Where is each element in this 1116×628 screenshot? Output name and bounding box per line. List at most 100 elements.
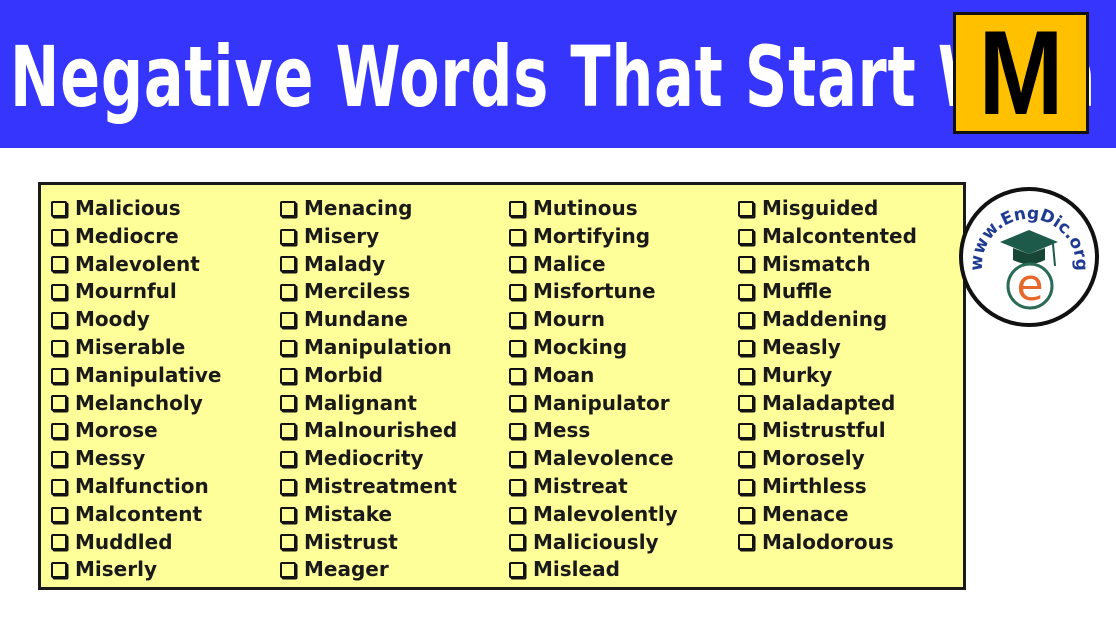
checkbox-icon xyxy=(738,200,754,217)
word-item: Mismatch xyxy=(738,251,917,279)
checkbox-icon xyxy=(280,339,296,356)
word-item: Mourn xyxy=(509,306,678,334)
word-item: Malfunction xyxy=(51,473,221,501)
checkbox-icon xyxy=(51,256,67,273)
word-item: Mess xyxy=(509,417,678,445)
word-item: Mislead xyxy=(509,556,678,584)
checkbox-icon xyxy=(509,423,525,440)
checkbox-icon xyxy=(738,423,754,440)
word-label: Maladapted xyxy=(762,390,896,415)
word-item: Merciless xyxy=(280,278,457,306)
checkbox-icon xyxy=(280,562,296,579)
checkbox-icon xyxy=(738,284,754,301)
title-banner: Negative Words That Start With M xyxy=(0,0,1116,148)
checkbox-icon xyxy=(509,395,525,412)
page-title: Negative Words That Start With xyxy=(10,28,1097,126)
checkbox-icon xyxy=(509,200,525,217)
word-item: Miserly xyxy=(51,556,221,584)
word-item: Malice xyxy=(509,251,678,279)
word-label: Malodorous xyxy=(762,529,894,554)
word-item: Mundane xyxy=(280,306,457,334)
word-label: Menacing xyxy=(304,196,413,220)
word-item: Maladapted xyxy=(738,390,917,418)
letter-badge: M xyxy=(953,12,1089,134)
word-label: Mutinous xyxy=(533,196,638,220)
word-item: Malevolence xyxy=(509,445,678,473)
word-label: Manipulator xyxy=(533,390,670,415)
word-item: Mediocrity xyxy=(280,445,457,473)
checkbox-icon xyxy=(738,256,754,273)
word-label: Misfortune xyxy=(533,279,656,304)
word-item: Mournful xyxy=(51,278,221,306)
word-item: Malcontented xyxy=(738,223,917,251)
word-item: Manipulator xyxy=(509,390,678,418)
word-label: Misguided xyxy=(762,196,879,220)
word-item: Misfortune xyxy=(509,278,678,306)
word-label: Mislead xyxy=(533,557,620,582)
word-item: Mirthless xyxy=(738,473,917,501)
word-item: Morosely xyxy=(738,445,917,473)
checkbox-icon xyxy=(51,339,67,356)
checkbox-icon xyxy=(51,200,67,217)
checkbox-icon xyxy=(280,367,296,384)
word-label: Mismatch xyxy=(762,251,871,276)
word-item: Mocking xyxy=(509,334,678,362)
word-item: Mistreat xyxy=(509,473,678,501)
word-label: Malicious xyxy=(75,196,181,220)
word-label: Mundane xyxy=(304,307,408,332)
word-label: Moan xyxy=(533,362,595,387)
word-label: Mistrustful xyxy=(762,418,886,443)
word-label: Meager xyxy=(304,557,389,582)
letter-text: M xyxy=(978,6,1064,140)
checkbox-icon xyxy=(738,395,754,412)
checkbox-icon xyxy=(51,506,67,523)
word-label: Messy xyxy=(75,446,146,471)
word-label: Manipulative xyxy=(75,362,222,387)
word-label: Menace xyxy=(762,501,849,526)
word-label: Maliciously xyxy=(533,529,659,554)
word-item: Malnourished xyxy=(280,417,457,445)
checkbox-icon xyxy=(509,228,525,245)
checkbox-icon xyxy=(51,228,67,245)
word-label: Malice xyxy=(533,251,606,276)
word-item: Melancholy xyxy=(51,390,221,418)
word-list-box: Malicious Mediocre Malevolent Mournful Moody… xyxy=(38,182,966,590)
word-item: Malevolent xyxy=(51,251,221,279)
word-label: Malady xyxy=(304,251,386,276)
word-item: Mutinous xyxy=(509,195,678,223)
checkbox-icon xyxy=(280,284,296,301)
checkbox-icon xyxy=(51,478,67,495)
word-label: Muffle xyxy=(762,279,833,304)
checkbox-icon xyxy=(509,312,525,329)
checkbox-icon xyxy=(509,562,525,579)
word-column-1: Malicious Mediocre Malevolent Mournful Moody… xyxy=(51,195,221,584)
checkbox-icon xyxy=(51,395,67,412)
checkbox-icon xyxy=(509,478,525,495)
word-label: Melancholy xyxy=(75,390,203,415)
word-item: Mistreatment xyxy=(280,473,457,501)
word-label: Mistreatment xyxy=(304,473,457,498)
checkbox-icon xyxy=(280,451,296,468)
word-item: Menacing xyxy=(280,195,457,223)
word-label: Mocking xyxy=(533,334,628,359)
checkbox-icon xyxy=(280,228,296,245)
word-label: Moody xyxy=(75,307,150,332)
checkbox-icon xyxy=(509,506,525,523)
word-item: Mistrustful xyxy=(738,417,917,445)
word-item: Moody xyxy=(51,306,221,334)
word-label: Malnourished xyxy=(304,418,458,443)
checkbox-icon xyxy=(738,478,754,495)
word-label: Murky xyxy=(762,362,833,387)
checkbox-icon xyxy=(509,451,525,468)
word-label: Malfunction xyxy=(75,473,209,498)
word-column-2: Menacing Misery Malady Merciless Mundane Mani… xyxy=(280,195,457,584)
word-label: Mirthless xyxy=(762,473,867,498)
checkbox-icon xyxy=(509,367,525,384)
checkbox-icon xyxy=(280,506,296,523)
word-item: Morbid xyxy=(280,362,457,390)
word-item: Misguided xyxy=(738,195,917,223)
word-item: Mortifying xyxy=(509,223,678,251)
word-label: Measly xyxy=(762,334,841,359)
word-item: Miserable xyxy=(51,334,221,362)
word-item: Mistrust xyxy=(280,529,457,557)
